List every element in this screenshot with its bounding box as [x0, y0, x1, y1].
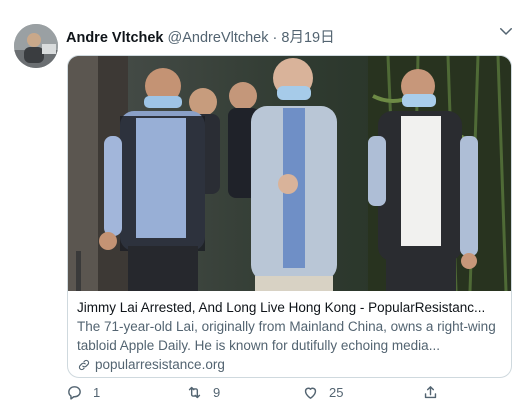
action-bar: 1 9 25	[66, 384, 506, 408]
retweet-icon	[188, 386, 201, 399]
reply-count: 1	[93, 385, 101, 400]
separator-dot: ·	[272, 30, 278, 46]
tweet[interactable]: Andre Vltchek @AndreVltchek · 8月19日 Jimm…	[0, 0, 529, 414]
share-button[interactable]	[422, 384, 439, 401]
tweet-date[interactable]: 8月19日	[281, 30, 334, 46]
card-text: Jimmy Lai Arrested, And Long Live Hong K…	[77, 298, 505, 374]
author-name[interactable]: Andre Vltchek	[66, 30, 164, 46]
caret-down-icon[interactable]	[497, 22, 515, 40]
card-domain: popularresistance.org	[95, 357, 225, 372]
like-button[interactable]: 25	[302, 384, 343, 401]
card-image	[68, 56, 511, 292]
card-description: The 71-year-old Lai, originally from Mai…	[77, 319, 496, 353]
link-card[interactable]: Jimmy Lai Arrested, And Long Live Hong K…	[67, 55, 512, 378]
share-icon	[424, 386, 437, 399]
retweet-button[interactable]: 9	[186, 384, 220, 401]
like-icon	[304, 387, 317, 399]
link-icon	[78, 359, 90, 370]
avatar[interactable]	[14, 24, 58, 68]
reply-icon	[68, 386, 81, 400]
retweet-count: 9	[213, 385, 221, 400]
like-count: 25	[329, 385, 344, 400]
tweet-header: Andre Vltchek @AndreVltchek · 8月19日	[66, 26, 335, 47]
card-title: Jimmy Lai Arrested, And Long Live Hong K…	[77, 300, 486, 315]
author-handle[interactable]: @AndreVltchek	[168, 30, 269, 46]
reply-button[interactable]: 1	[66, 384, 100, 401]
card-domain-row: popularresistance.org	[77, 355, 505, 374]
